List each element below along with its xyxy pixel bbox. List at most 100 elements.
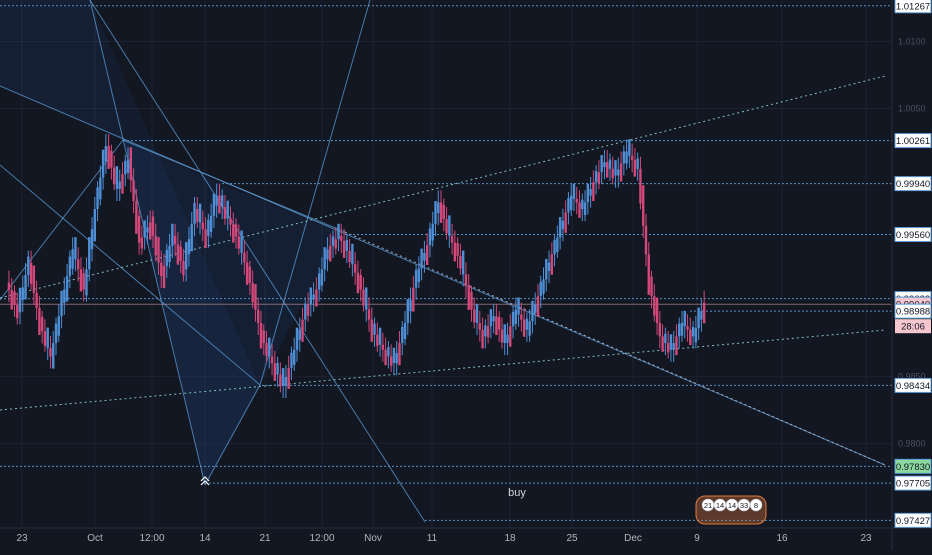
candle-body [619, 163, 623, 182]
candle-body [642, 185, 645, 226]
candle-body [326, 249, 329, 260]
candle-body [35, 292, 38, 308]
time-tick-label: 12:00 [309, 533, 334, 544]
candle-body [104, 146, 108, 162]
candle-body [445, 219, 448, 234]
candle-body [666, 343, 670, 353]
candle-body [431, 223, 434, 241]
candle-body [38, 307, 41, 336]
candle-body [387, 347, 390, 357]
candle-body [18, 287, 22, 313]
time-tick-label: 9 [694, 533, 700, 544]
candle-body [265, 343, 268, 356]
candle-body [683, 310, 686, 327]
candle-body [229, 218, 232, 225]
candle-body [702, 302, 706, 324]
candle-body [589, 188, 592, 196]
candle-body [570, 195, 573, 211]
candle-body [107, 146, 110, 169]
candle-body [356, 272, 360, 294]
price-label: 1.00261 [896, 136, 930, 147]
candle-body [536, 296, 540, 317]
candle-body [240, 230, 243, 253]
price-label: 0.98988 [896, 307, 930, 318]
candle-body [207, 219, 210, 236]
candle-body [661, 336, 664, 352]
candle-body [101, 149, 105, 178]
candle-body [644, 225, 648, 255]
time-tick-label: 11 [427, 533, 438, 544]
candle-body [376, 334, 379, 346]
candle-body [359, 275, 362, 290]
candle-body [547, 262, 551, 272]
candle-body [578, 202, 581, 218]
candle-body [353, 264, 357, 273]
event-badge-label: 14 [728, 501, 736, 510]
time-tick-label: Dec [624, 533, 642, 544]
candle-body [528, 321, 531, 336]
candle-body [190, 224, 193, 252]
candle-body [389, 356, 393, 366]
candle-body [243, 252, 246, 263]
candle-body [506, 334, 509, 344]
candle-body [514, 309, 518, 324]
candle-body [196, 209, 199, 222]
candle-body [639, 168, 642, 204]
candle-body [511, 311, 515, 327]
candle-body [509, 326, 512, 347]
candle-body [456, 243, 459, 256]
event-badge-label: 8 [754, 501, 758, 510]
candle-body [284, 376, 288, 386]
candle-body [603, 162, 606, 168]
candle-body [594, 171, 598, 183]
candle-body [633, 160, 637, 177]
candle-body [542, 279, 545, 294]
candle-body [611, 168, 614, 179]
candle-body [157, 237, 160, 263]
candle-body [672, 343, 675, 350]
candle-body [636, 158, 639, 169]
candle-body [697, 307, 700, 328]
candle-body [561, 220, 565, 230]
candle-body [669, 334, 673, 350]
candle-body [151, 216, 155, 236]
candle-body [586, 183, 590, 203]
candle-body [99, 177, 102, 200]
candle-body [171, 223, 174, 246]
candle-body [406, 299, 409, 323]
candle-body [497, 316, 501, 330]
candle-body [173, 235, 177, 245]
candle-body [545, 258, 548, 280]
candle-body [680, 322, 684, 336]
candle-body [395, 353, 398, 364]
event-badge-label: 14 [716, 501, 724, 510]
candle-body [581, 199, 584, 210]
candle-body [558, 217, 562, 238]
candle-body [522, 319, 526, 337]
candle-body [110, 150, 113, 168]
chart-svg: 1.01001.00500.98500.98001.012671.002610.… [0, 0, 932, 550]
candle-body [362, 289, 365, 306]
candle-body [215, 195, 218, 206]
candle-body [398, 343, 401, 366]
candle-body [182, 260, 185, 276]
candle-body [650, 276, 653, 297]
candle-body [212, 193, 216, 216]
candle-body [187, 239, 191, 255]
candle-body [162, 266, 166, 289]
candle-body [60, 290, 63, 317]
candle-body [367, 309, 371, 320]
candle-body [467, 286, 470, 310]
candle-body [126, 159, 130, 173]
candle-body [259, 322, 263, 349]
price-label: 1.01267 [896, 1, 930, 12]
candle-body [689, 329, 692, 346]
candle-body [453, 242, 457, 262]
candle-body [293, 349, 296, 365]
price-tick-label: 1.0100 [898, 37, 926, 47]
candle-body [392, 347, 396, 364]
candle-body [312, 294, 315, 300]
candle-body [583, 202, 587, 216]
candle-body [143, 220, 146, 238]
candle-body [617, 169, 620, 176]
